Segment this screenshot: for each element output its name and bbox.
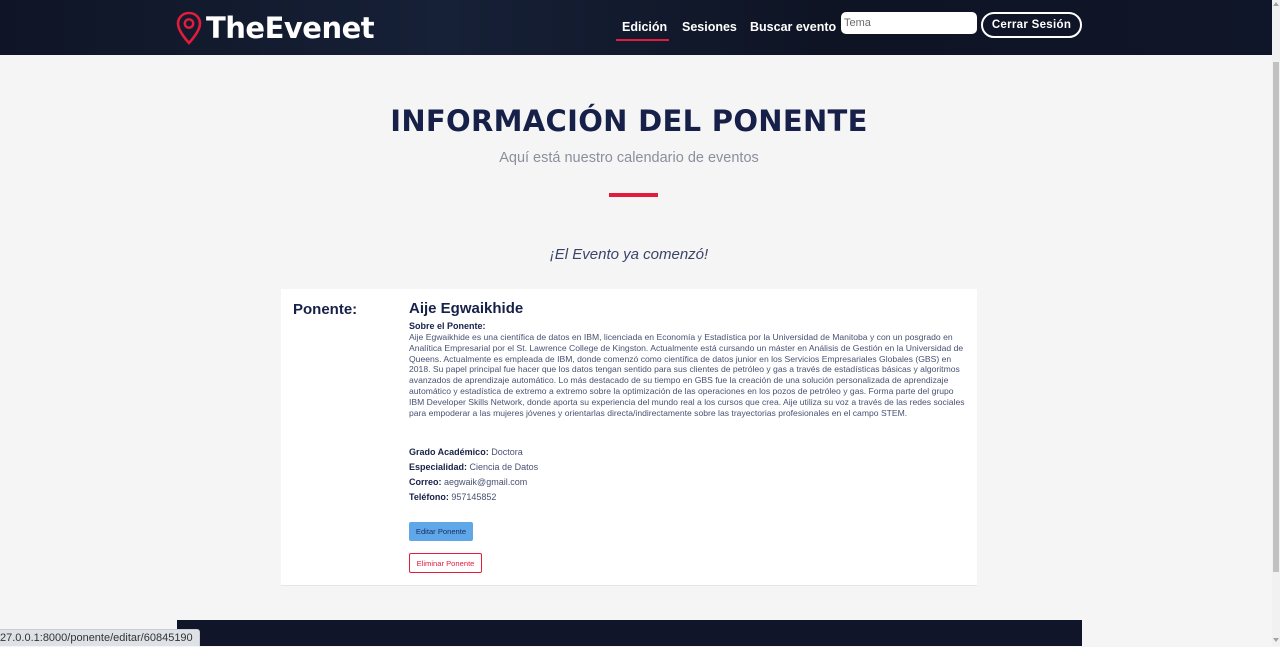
title-divider — [609, 193, 658, 197]
phone-field: Teléfono: 957145852 — [409, 492, 496, 502]
nav-sesiones[interactable]: Sesiones — [682, 20, 737, 34]
brand-name: TheEvenet — [206, 11, 375, 45]
brand-logo[interactable]: TheEvenet — [176, 10, 375, 46]
scroll-up-arrow-icon[interactable] — [1273, 2, 1279, 6]
phone-label: Teléfono: — [409, 492, 449, 502]
delete-speaker-button[interactable]: Eliminar Ponente — [409, 553, 482, 573]
email-field: Correo: aegwaik@gmail.com — [409, 477, 527, 487]
degree-field: Grado Académico: Doctora — [409, 447, 523, 457]
speaker-card: Ponente: Aije Egwaikhide Sobre el Ponent… — [281, 289, 977, 586]
footer — [177, 620, 1082, 646]
scroll-down-arrow-icon[interactable] — [1273, 638, 1279, 642]
page-title: INFORMACIÓN DEL PONENTE — [390, 104, 868, 138]
event-status-message: ¡El Evento ya comenzó! — [549, 246, 709, 263]
email-label: Correo: — [409, 477, 442, 487]
specialty-field: Especialidad: Ciencia de Datos — [409, 462, 538, 472]
about-label: Sobre el Ponente: — [409, 321, 486, 331]
search-input[interactable] — [841, 12, 977, 34]
phone-value: 957145852 — [451, 492, 497, 502]
scroll-thumb[interactable] — [1273, 62, 1279, 572]
nav-edicion[interactable]: Edición — [622, 20, 667, 34]
top-navbar: TheEvenet Edición Sesiones Buscar evento… — [0, 0, 1272, 55]
nav-buscar-evento[interactable]: Buscar evento — [750, 20, 836, 34]
degree-label: Grado Académico: — [409, 447, 489, 457]
specialty-value: Ciencia de Datos — [469, 462, 539, 472]
speaker-label: Ponente: — [293, 301, 358, 318]
logout-button[interactable]: Cerrar Sesión — [981, 12, 1082, 38]
status-bar-url: 27.0.0.1:8000/ponente/editar/60845190 — [0, 629, 200, 646]
email-value: aegwaik@gmail.com — [444, 477, 528, 487]
degree-value: Doctora — [491, 447, 523, 457]
speaker-name: Aije Egwaikhide — [409, 300, 524, 317]
location-pin-icon — [176, 11, 202, 45]
about-text: Aije Egwaikhide es una científica de dat… — [409, 332, 965, 418]
specialty-label: Especialidad: — [409, 462, 468, 472]
edit-speaker-button[interactable]: Editar Ponente — [409, 522, 473, 541]
active-nav-indicator — [616, 39, 669, 41]
vertical-scrollbar[interactable] — [1272, 0, 1280, 646]
page-subtitle: Aquí está nuestro calendario de eventos — [499, 150, 759, 166]
